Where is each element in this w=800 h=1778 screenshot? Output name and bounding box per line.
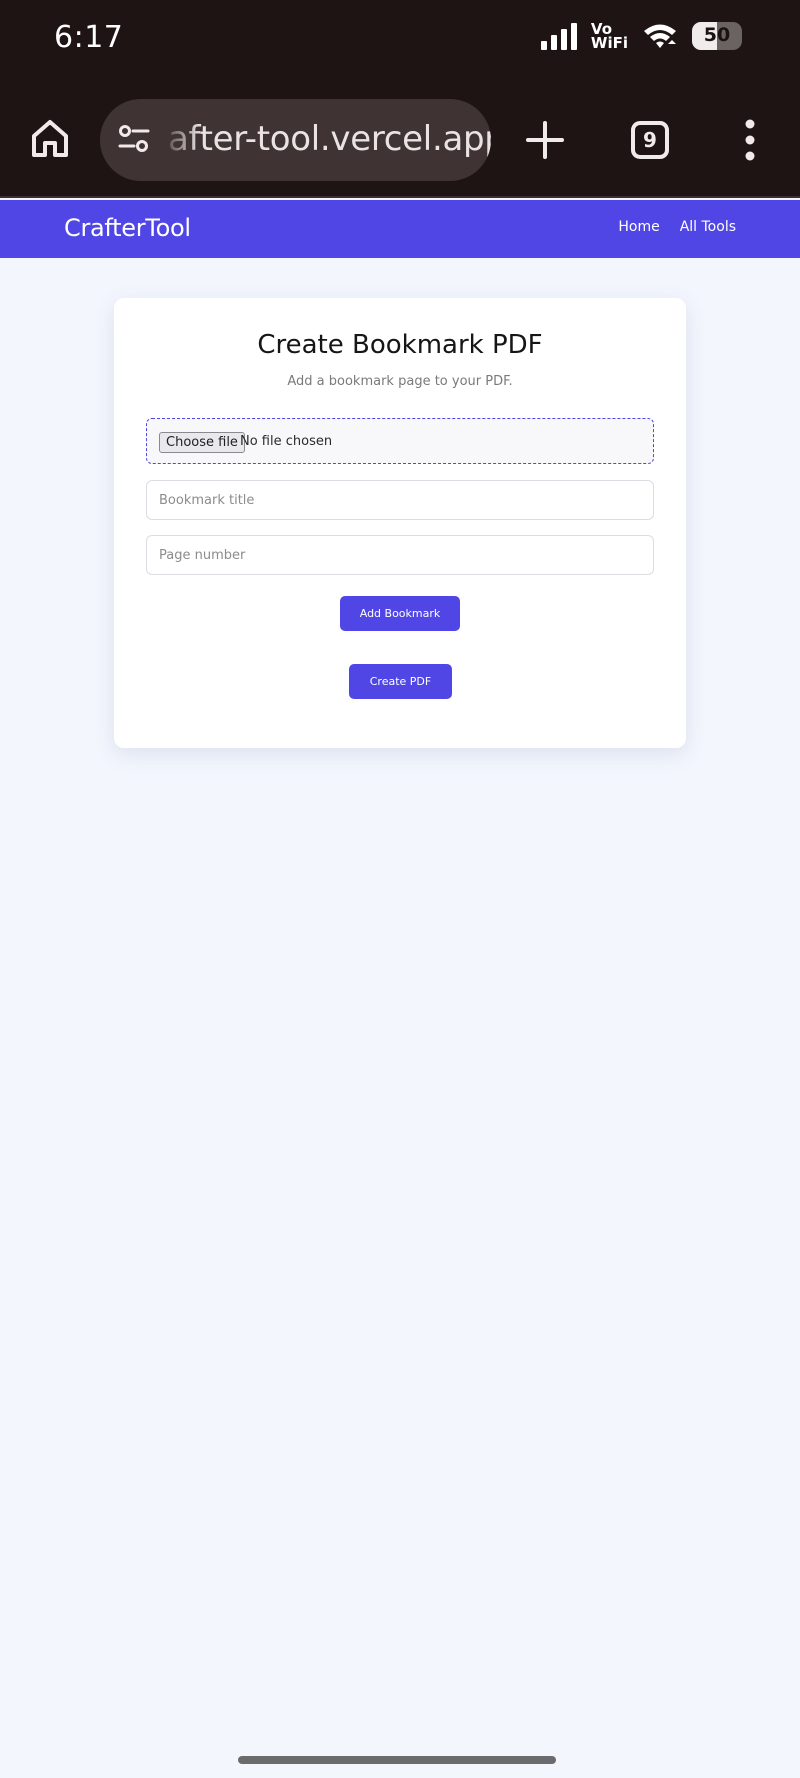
battery-icon: 50 bbox=[692, 22, 742, 50]
create-pdf-button[interactable]: Create PDF bbox=[349, 664, 452, 699]
site-navbar: CrafterTool Home All Tools bbox=[0, 200, 800, 258]
site-settings-icon[interactable] bbox=[116, 121, 152, 157]
battery-level: 50 bbox=[703, 24, 731, 46]
url-text[interactable]: after-tool.vercel.app bbox=[168, 119, 491, 159]
new-tab-icon[interactable] bbox=[525, 120, 565, 160]
file-status-text: No file chosen bbox=[240, 434, 333, 449]
more-vert-icon[interactable] bbox=[740, 118, 760, 162]
page-subtitle: Add a bookmark page to your PDF. bbox=[287, 374, 513, 389]
wifi-icon bbox=[644, 24, 676, 48]
choose-file-button[interactable]: Choose file bbox=[159, 432, 245, 453]
tab-switcher-icon[interactable]: 9 bbox=[631, 121, 669, 159]
gesture-handle[interactable] bbox=[238, 1756, 556, 1764]
status-time: 6:17 bbox=[54, 20, 124, 55]
signal-icon bbox=[540, 22, 577, 50]
nav-links: Home All Tools bbox=[618, 219, 736, 235]
status-bar: 6:17 Vo WiFi 50 bbox=[0, 0, 800, 80]
bookmark-title-input[interactable] bbox=[146, 480, 654, 520]
bookmark-pdf-card: Create Bookmark PDF Add a bookmark page … bbox=[114, 298, 686, 748]
vowifi-icon: Vo WiFi bbox=[590, 22, 628, 52]
pdf-file-input[interactable]: Choose file No file chosen bbox=[146, 418, 654, 464]
browser-toolbar: after-tool.vercel.app 9 bbox=[0, 80, 800, 198]
add-bookmark-button[interactable]: Add Bookmark bbox=[340, 596, 460, 631]
page-number-input[interactable] bbox=[146, 535, 654, 575]
brand-logo[interactable]: CrafterTool bbox=[64, 214, 191, 242]
nav-link-all-tools[interactable]: All Tools bbox=[680, 219, 736, 235]
home-icon[interactable] bbox=[28, 116, 72, 160]
page-title: Create Bookmark PDF bbox=[257, 330, 543, 360]
status-icons: Vo WiFi 50 bbox=[540, 22, 742, 52]
address-bar[interactable]: after-tool.vercel.app bbox=[100, 99, 491, 181]
nav-link-home[interactable]: Home bbox=[618, 219, 659, 235]
vowifi-bottom-label: WiFi bbox=[590, 34, 628, 52]
